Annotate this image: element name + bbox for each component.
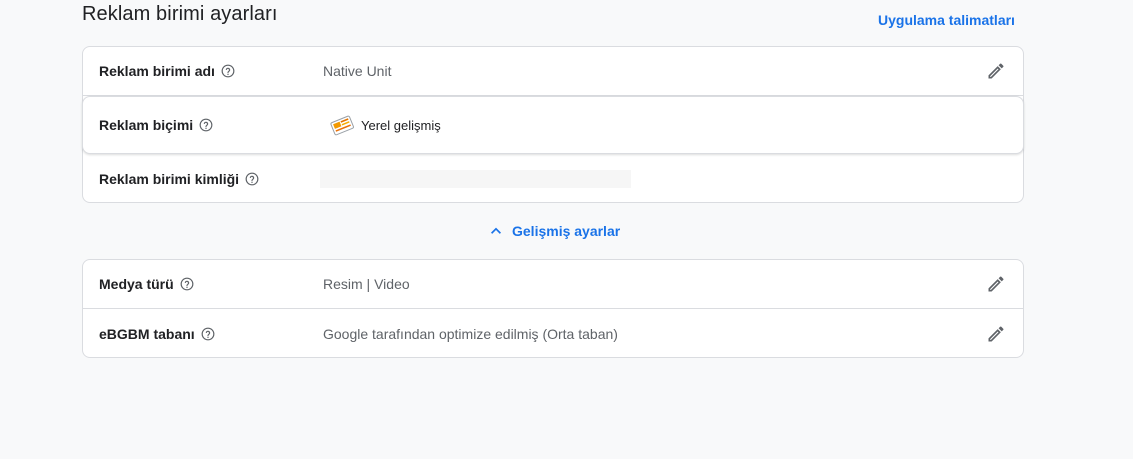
page-title: Reklam birimi ayarları [82, 3, 278, 25]
advanced-settings-toggle[interactable]: Gelişmiş ayarlar [486, 221, 620, 241]
ecpm-floor-label-group: eBGBM tabanı [99, 326, 215, 342]
ad-format-text: Yerel gelişmiş [361, 117, 441, 133]
basic-settings-card: Reklam birimi adı Native Unit Reklam biç… [82, 46, 1024, 203]
ad-unit-name-label: Reklam birimi adı [99, 63, 215, 79]
ad-unit-id-label-group: Reklam birimi kimliği [99, 171, 259, 187]
help-circle-icon[interactable] [201, 327, 215, 341]
ad-unit-id-row: Reklam birimi kimliği [83, 154, 1023, 203]
ecpm-floor-row: eBGBM tabanı Google tarafından optimize … [83, 309, 1023, 358]
edit-media-type-button[interactable] [985, 273, 1007, 295]
pencil-icon [988, 63, 1004, 79]
pencil-icon [988, 276, 1004, 292]
ad-unit-id-label: Reklam birimi kimliği [99, 170, 240, 187]
media-type-row: Medya türü Resim | Video [83, 260, 1023, 309]
advanced-settings-card: Medya türü Resim | Video eBGBM tabanı Go… [82, 259, 1024, 358]
chevron-up-icon [491, 227, 501, 234]
edit-ad-unit-name-button[interactable] [985, 60, 1007, 82]
ad-format-label: Reklam biçimi [99, 117, 194, 133]
ecpm-floor-label: eBGBM tabanı [99, 325, 195, 342]
ad-unit-name-value: Native Unit [323, 63, 392, 79]
help-circle-icon[interactable] [221, 64, 235, 78]
pencil-icon [988, 325, 1004, 341]
redacted-id-block [320, 169, 631, 188]
help-circle-icon[interactable] [180, 277, 194, 291]
edit-ecpm-floor-button[interactable] [985, 323, 1007, 345]
ad-unit-settings-page: Reklam birimi ayarları Uygulama talimatl… [0, 0, 1133, 459]
help-circle-icon[interactable] [245, 172, 259, 186]
media-type-label: Medya türü [99, 276, 174, 292]
ad-format-label-group: Reklam biçimi [99, 117, 213, 133]
native-ad-format-icon [329, 114, 355, 136]
ad-unit-name-row: Reklam birimi adı Native Unit [83, 47, 1023, 96]
ad-format-row: Reklam biçimi Yerel gelişmiş [82, 96, 1024, 154]
media-type-label-group: Medya türü [99, 276, 194, 292]
ad-format-value: Yerel gelişmiş [323, 114, 441, 136]
ecpm-floor-value: Google tarafından optimize edilmiş (Orta… [323, 325, 618, 342]
advanced-settings-label: Gelişmiş ayarlar [512, 223, 621, 239]
implementation-instructions-link[interactable]: Uygulama talimatları [878, 12, 1015, 28]
ad-unit-name-label-group: Reklam birimi adı [99, 63, 235, 79]
media-type-value: Resim | Video [323, 276, 410, 292]
help-circle-icon[interactable] [199, 118, 213, 132]
ad-unit-id-value [320, 169, 631, 188]
